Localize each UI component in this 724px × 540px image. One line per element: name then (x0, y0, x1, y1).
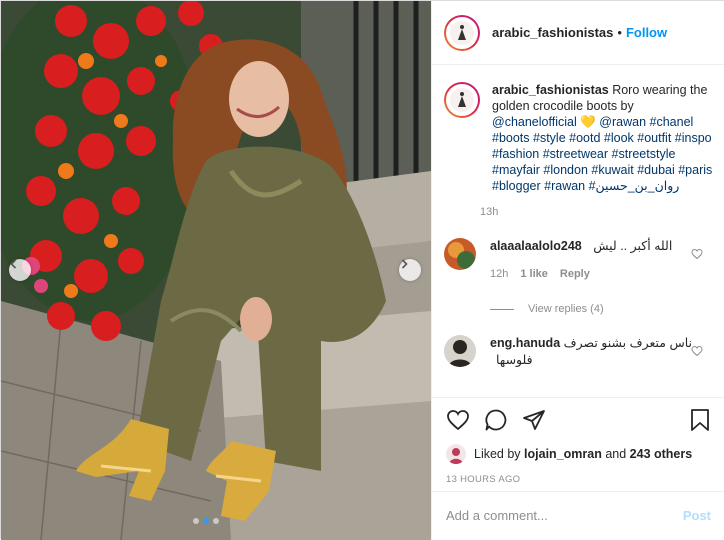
chevron-left-icon (10, 259, 17, 269)
header-separator: • (617, 25, 622, 40)
liked-by: Liked by lojain_omran and 243 others (446, 444, 711, 464)
comment-actions: 12h 1 like Reply (490, 266, 700, 283)
post-photo[interactable] (1, 1, 431, 540)
carousel-next-button[interactable] (399, 259, 421, 281)
liked-by-prefix: Liked by (474, 447, 521, 461)
comment-avatar[interactable] (444, 335, 476, 367)
caption-mention-rawan[interactable]: @rawan (599, 115, 646, 129)
caption-avatar[interactable] (444, 82, 480, 118)
comment-like-button[interactable] (691, 248, 703, 263)
heart-icon (691, 345, 703, 357)
comment-avatar[interactable] (444, 238, 476, 270)
share-button[interactable] (522, 408, 546, 435)
carousel-prev-button[interactable] (9, 259, 31, 281)
post-caption: arabic_fashionistas Roro wearing the gol… (444, 82, 712, 218)
yellow-heart-emoji: 💛 (580, 115, 596, 129)
carousel-dot (213, 518, 219, 524)
post-comment-button[interactable]: Post (683, 508, 711, 523)
post-actions: Liked by lojain_omran and 243 others 13 … (432, 397, 724, 485)
liked-by-and: and (605, 447, 627, 461)
action-icons (446, 408, 711, 434)
save-button[interactable] (689, 408, 711, 435)
carousel-dot (193, 518, 199, 524)
caption-timestamp: 13h (480, 206, 499, 218)
avatar-frame (446, 84, 478, 116)
heart-icon (691, 248, 703, 260)
comment-input[interactable] (446, 508, 683, 523)
comment-item: alaaalaalolo248 الله أكبر .. ليش 12h 1 l… (444, 238, 709, 283)
view-replies-label: View replies (4) (528, 303, 604, 315)
comment-text: الله أكبر .. ليش (593, 239, 673, 253)
bookmark-icon (691, 408, 709, 431)
post-details-pane: arabic_fashionistas • Follow arabic_fash… (431, 1, 724, 540)
comment-username[interactable]: alaaalaalolo248 (490, 239, 582, 253)
heart-icon (447, 409, 469, 430)
comment-body: eng.hanuda ناس متعرف بشنو تصرف فلوسها (490, 335, 700, 369)
comment-bubble-icon (485, 409, 507, 430)
view-replies-button[interactable]: View replies (4) (490, 303, 709, 315)
chevron-right-icon (401, 259, 408, 269)
replies-divider (490, 308, 514, 310)
comments-list[interactable]: arabic_fashionistas Roro wearing the gol… (432, 66, 724, 396)
paper-plane-icon (523, 409, 545, 430)
liker-avatar[interactable] (446, 444, 466, 464)
caption-username[interactable]: arabic_fashionistas (492, 83, 609, 97)
carousel-dot-active (203, 518, 209, 524)
instagram-post-modal: arabic_fashionistas • Follow arabic_fash… (0, 0, 724, 540)
fashion-logo-icon (450, 88, 474, 112)
post-timestamp[interactable]: 13 HOURS AGO (446, 474, 711, 485)
follow-button[interactable]: Follow (626, 25, 667, 40)
photo-illustration (1, 1, 431, 540)
caption-text: arabic_fashionistas Roro wearing the gol… (492, 82, 714, 194)
add-comment-bar: Post (432, 491, 724, 539)
like-button[interactable] (446, 408, 470, 435)
liked-by-others[interactable]: 243 others (630, 447, 693, 461)
header-username[interactable]: arabic_fashionistas (492, 25, 613, 40)
comment-button[interactable] (484, 408, 508, 435)
comment-likes[interactable]: 1 like (520, 266, 548, 283)
comment-like-button[interactable] (691, 345, 703, 360)
avatar[interactable] (444, 14, 480, 51)
liked-by-user[interactable]: lojain_omran (524, 447, 602, 461)
comment-reply-button[interactable]: Reply (560, 266, 590, 283)
post-header: arabic_fashionistas • Follow (432, 1, 724, 65)
caption-mention-chanel[interactable]: @chanelofficial (492, 115, 577, 129)
comment-username[interactable]: eng.hanuda (490, 336, 560, 350)
carousel-indicator (193, 518, 219, 524)
fashion-logo-icon (450, 20, 474, 45)
comment-body: alaaalaalolo248 الله أكبر .. ليش 12h 1 l… (490, 238, 700, 283)
comment-item: eng.hanuda ناس متعرف بشنو تصرف فلوسها (444, 335, 709, 369)
comment-time: 12h (490, 268, 509, 280)
avatar-frame (446, 16, 478, 49)
